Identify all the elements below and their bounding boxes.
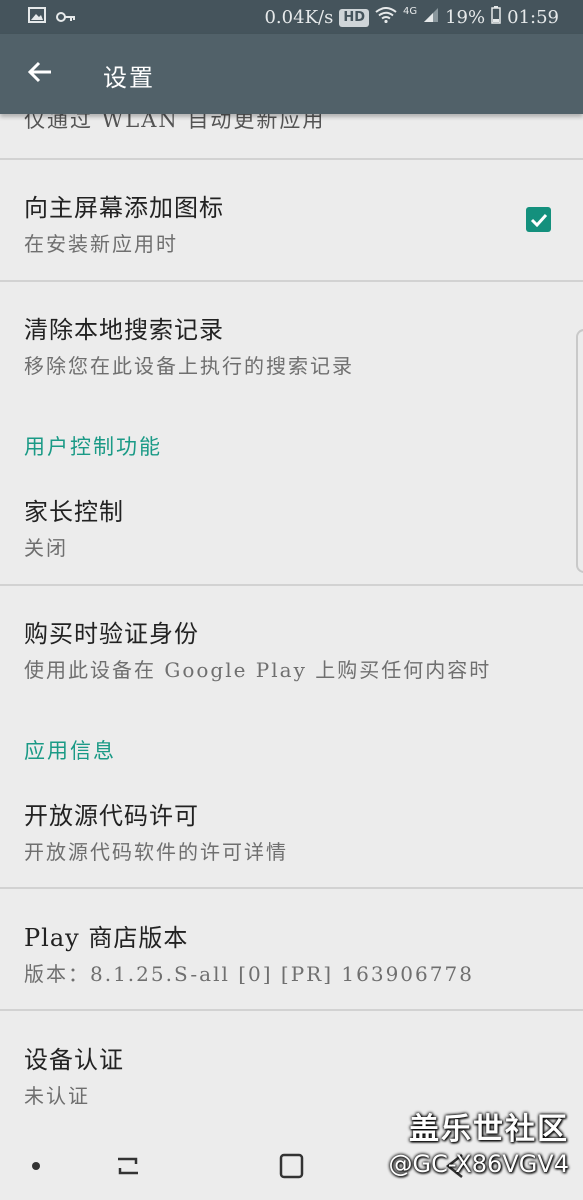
setting-title: 开放源代码许可 (24, 802, 199, 830)
nav-dot-icon[interactable] (32, 1162, 40, 1170)
key-icon (56, 7, 76, 28)
setting-subtitle: 未认证 (24, 1084, 90, 1108)
add-home-icon-checkbox[interactable] (526, 207, 551, 232)
divider (0, 1009, 583, 1011)
app-bar: 设置 (0, 34, 583, 114)
setting-title: 清除本地搜索记录 (24, 316, 224, 344)
network-type: 4G (402, 6, 418, 17)
signal-icon (423, 7, 439, 28)
clock: 01:59 (507, 7, 559, 28)
auto-update-subtitle: 仅通过 WLAN 自动更新应用 (24, 114, 326, 132)
status-right: 0.04K/s HD 4G 19% 01:59 (264, 6, 559, 29)
status-left-icons (28, 7, 76, 28)
recent-apps-button[interactable] (114, 1151, 142, 1185)
page-title: 设置 (103, 64, 155, 92)
hd-badge: HD (339, 8, 369, 27)
section-header-app-info: 应用信息 (24, 739, 116, 763)
setting-subtitle: 版本：8.1.25.S-all [0] [PR] 163906778 (24, 962, 474, 986)
wifi-icon (375, 7, 397, 28)
divider (0, 584, 583, 586)
home-icon (278, 1153, 306, 1185)
scrollbar[interactable] (576, 329, 583, 573)
setting-title: 家长控制 (24, 498, 124, 526)
setting-title: 向主屏幕添加图标 (24, 194, 224, 222)
setting-subtitle: 使用此设备在 Google Play 上购买任何内容时 (24, 658, 492, 682)
divider (0, 158, 583, 160)
watermark-title: 盖乐世社区 (409, 1112, 569, 1147)
home-button[interactable] (278, 1151, 306, 1185)
net-speed: 0.04K/s (264, 7, 334, 28)
divider (0, 280, 583, 282)
recent-apps-icon (114, 1157, 142, 1185)
setting-subtitle: 开放源代码软件的许可详情 (24, 840, 288, 864)
section-header-user-controls: 用户控制功能 (24, 435, 162, 459)
status-bar: 0.04K/s HD 4G 19% 01:59 (0, 0, 583, 34)
setting-subtitle: 在安装新应用时 (24, 232, 178, 256)
battery-percent: 19% (445, 7, 486, 28)
settings-list[interactable]: 仅通过 WLAN 自动更新应用 向主屏幕添加图标 在安装新应用时 清除本地搜索记… (0, 114, 583, 1134)
setting-title: 购买时验证身份 (24, 620, 199, 648)
setting-title: Play 商店版本 (24, 924, 189, 952)
back-button[interactable] (22, 56, 58, 92)
image-icon (28, 7, 46, 28)
battery-icon (491, 6, 501, 29)
setting-subtitle: 关闭 (24, 536, 68, 560)
divider (0, 887, 583, 889)
watermark-user: @GC-X86VGV4 (388, 1150, 569, 1178)
setting-subtitle: 移除您在此设备上执行的搜索记录 (24, 354, 354, 378)
setting-title: 设备认证 (24, 1046, 124, 1074)
arrow-left-icon (27, 60, 53, 88)
